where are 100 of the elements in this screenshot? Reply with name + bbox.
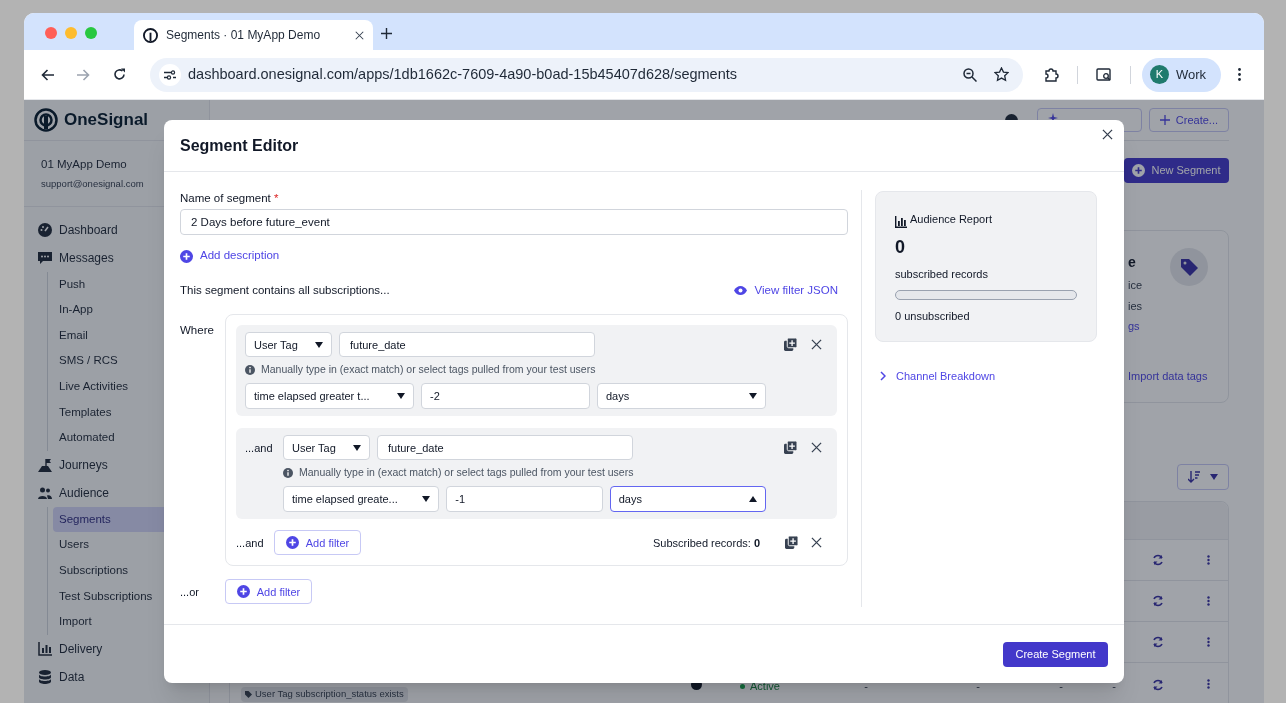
extensions-icon[interactable]: [1043, 67, 1059, 82]
more-icon[interactable]: [1206, 637, 1210, 647]
plus-circle-icon: [180, 249, 193, 263]
connector-label: ...or: [180, 584, 200, 600]
reload-icon[interactable]: [112, 68, 126, 81]
plus-circle-icon: [285, 536, 299, 550]
close-button[interactable]: [1100, 127, 1114, 141]
bookmark-star-icon[interactable]: [994, 67, 1009, 82]
segment-name-field[interactable]: 2 Days before future_event: [180, 209, 848, 235]
dialog-title: Segment Editor: [180, 135, 299, 156]
new-segment-button[interactable]: New Segment: [1124, 158, 1229, 183]
tab-title: Segments · 01 MyApp Demo: [166, 27, 322, 44]
operator-dropdown[interactable]: time elapsed greater t...: [245, 383, 414, 410]
card-link[interactable]: gs: [1128, 318, 1140, 335]
count-label: subscribed records: [895, 266, 989, 282]
value-field[interactable]: -2: [421, 383, 590, 410]
channel-breakdown-toggle[interactable]: Channel Breakdown: [880, 368, 996, 385]
card-text: ies: [1128, 298, 1143, 314]
view-json-link[interactable]: View filter JSON: [734, 282, 838, 300]
new-tab-icon[interactable]: [381, 27, 392, 39]
sort-icon: [1188, 471, 1200, 483]
gauge-icon: [38, 222, 52, 237]
plus-icon: [1159, 115, 1170, 125]
card-text: ice: [1128, 278, 1143, 293]
info-icon: [283, 467, 293, 478]
import-link[interactable]: Import data tags: [1128, 367, 1208, 384]
copy-icon[interactable]: [784, 338, 797, 352]
menu-icon[interactable]: [1238, 68, 1241, 81]
operator-dropdown[interactable]: time elapsed greate...: [283, 486, 440, 513]
caret-icon: [1210, 474, 1218, 480]
hint-text: Manually type in (exact match) or select tags pulled from your test users: [299, 464, 634, 480]
copy-icon[interactable]: [785, 536, 798, 550]
more-icon[interactable]: [1206, 679, 1210, 689]
tag-key-field[interactable]: future_date: [339, 332, 595, 358]
address-bar[interactable]: dashboard.onesignal.com/apps/1db1662c-7609-4a90-b0ad-15b45407d628/segments: [150, 57, 1023, 92]
bar-chart-icon: [895, 215, 907, 228]
close-icon[interactable]: [811, 339, 822, 351]
subscribed-count: 0: [895, 235, 906, 259]
description-text: This segment contains all subscriptions...: [180, 283, 390, 298]
chat-icon: [38, 250, 52, 265]
sidebar-item[interactable]: Audience: [38, 478, 195, 507]
sidebar-item[interactable]: Journeys: [38, 450, 195, 479]
zoom-icon[interactable]: [963, 67, 977, 82]
add-filter-button[interactable]: Add filter: [225, 579, 312, 605]
sparkle-icon: [1047, 113, 1058, 123]
sort-button[interactable]: [1177, 464, 1229, 490]
create-button[interactable]: Create...: [1148, 108, 1229, 132]
account-email: support@onesignal.com: [41, 177, 145, 192]
unit-dropdown[interactable]: days: [597, 383, 766, 410]
field-label: Name of segment *: [180, 191, 280, 206]
tab-search-icon[interactable]: [1096, 67, 1112, 82]
caret-icon: [749, 393, 757, 400]
plus-circle-icon: [236, 585, 250, 599]
app-name: 01 MyApp Demo: [41, 157, 128, 172]
add-filter-button[interactable]: Add filter: [274, 530, 361, 556]
site-settings-icon[interactable]: [164, 69, 176, 80]
connector-label: ...and: [245, 441, 274, 457]
avatar: K: [1150, 65, 1169, 84]
info-icon: [245, 364, 255, 375]
table-cell-text: -: [863, 679, 869, 694]
eye-icon: [734, 286, 748, 296]
value-field[interactable]: -1: [446, 486, 603, 513]
refresh-icon[interactable]: [1152, 595, 1164, 607]
connector-label: ...and: [236, 535, 265, 551]
unsubscribed-count: 0 unsubscribed: [895, 309, 971, 324]
where-label: Where: [180, 323, 215, 339]
database-icon: [38, 669, 52, 684]
field-dropdown[interactable]: User Tag: [283, 435, 370, 461]
more-icon[interactable]: [1206, 555, 1210, 565]
sidebar-item[interactable]: Data: [38, 662, 195, 691]
copy-icon[interactable]: [784, 441, 797, 455]
table-cell-text: -: [1111, 679, 1117, 694]
profile-button[interactable]: K Work: [1142, 57, 1221, 92]
field-dropdown[interactable]: User Tag: [245, 332, 332, 358]
card-heading: e: [1128, 253, 1136, 272]
caret-icon: [315, 341, 323, 348]
browser-tab[interactable]: Segments · 01 MyApp Demo: [134, 20, 373, 50]
url-text: dashboard.onesignal.com/apps/1db1662c-7609-4a90-b0ad-15b45407d628/segments: [188, 64, 737, 84]
table-cell-text: -: [975, 679, 981, 694]
report-title: Audience Report: [910, 212, 992, 227]
caret-icon: [397, 393, 405, 400]
tag-chip: User Tag subscription_status exists: [241, 687, 408, 702]
close-icon[interactable]: [355, 30, 364, 40]
refresh-icon[interactable]: [1152, 636, 1164, 648]
plus-circle-icon: [1132, 164, 1146, 177]
create-segment-button[interactable]: Create Segment: [1003, 641, 1108, 667]
tag-key-field[interactable]: future_date: [377, 435, 633, 461]
hint-text: Manually type in (exact match) or select tags pulled from your test users: [261, 361, 596, 377]
refresh-icon[interactable]: [1152, 679, 1164, 691]
sidebar-item[interactable]: Delivery: [38, 634, 195, 663]
more-icon[interactable]: [1206, 596, 1210, 606]
tag-icon: [245, 691, 252, 698]
unit-dropdown[interactable]: days: [609, 486, 766, 513]
refresh-icon[interactable]: [1152, 554, 1164, 566]
records-count: Subscribed records: 0: [653, 535, 760, 551]
close-icon[interactable]: [811, 537, 822, 549]
close-icon[interactable]: [811, 442, 822, 454]
people-icon: [38, 485, 52, 500]
back-icon[interactable]: [40, 68, 54, 81]
brand-name: OneSignal: [64, 109, 149, 132]
